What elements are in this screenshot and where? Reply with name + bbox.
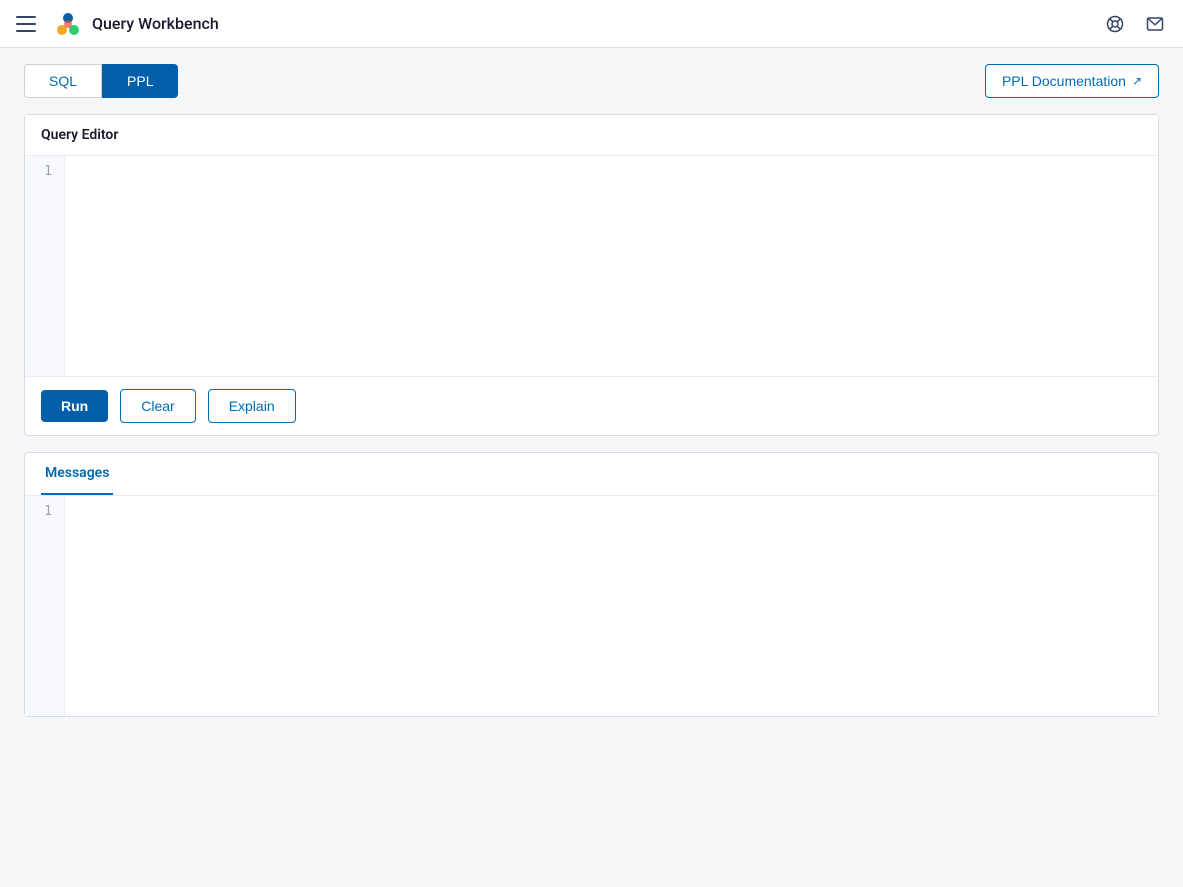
ppl-doc-label: PPL Documentation bbox=[1002, 73, 1126, 89]
editor-actions: Run Clear Explain bbox=[25, 376, 1158, 435]
messages-panel: Messages 1 bbox=[24, 452, 1159, 717]
main-content: SQL PPL PPL Documentation ↗ Query Editor… bbox=[0, 48, 1183, 887]
messages-content bbox=[65, 496, 1158, 716]
tab-messages[interactable]: Messages bbox=[41, 453, 113, 495]
query-editor-input[interactable] bbox=[65, 156, 1158, 376]
run-button[interactable]: Run bbox=[41, 390, 108, 422]
external-link-icon: ↗ bbox=[1132, 74, 1142, 88]
query-editor-panel: Query Editor 1 Run Clear Explain bbox=[24, 114, 1159, 436]
editor-body: 1 bbox=[25, 156, 1158, 376]
app-title: Query Workbench bbox=[92, 14, 1099, 33]
messages-body: 1 bbox=[25, 496, 1158, 716]
tab-bar: SQL PPL PPL Documentation ↗ bbox=[24, 64, 1159, 98]
clear-button[interactable]: Clear bbox=[120, 389, 195, 423]
explain-button[interactable]: Explain bbox=[208, 389, 296, 423]
app-logo bbox=[52, 8, 84, 40]
messages-line-numbers: 1 bbox=[25, 496, 65, 716]
query-type-tabs: SQL PPL bbox=[24, 64, 178, 98]
messages-tabs: Messages bbox=[25, 453, 1158, 496]
ppl-documentation-button[interactable]: PPL Documentation ↗ bbox=[985, 64, 1159, 98]
nav-icons bbox=[1099, 8, 1171, 40]
help-icon-btn[interactable] bbox=[1099, 8, 1131, 40]
query-editor-title: Query Editor bbox=[25, 115, 1158, 156]
hamburger-menu[interactable] bbox=[12, 8, 44, 40]
top-nav: Query Workbench bbox=[0, 0, 1183, 48]
mail-icon-btn[interactable] bbox=[1139, 8, 1171, 40]
tab-ppl[interactable]: PPL bbox=[102, 64, 178, 98]
editor-line-numbers: 1 bbox=[25, 156, 65, 376]
msg-line-number-1: 1 bbox=[37, 504, 52, 519]
tab-sql[interactable]: SQL bbox=[24, 64, 102, 98]
line-number-1: 1 bbox=[37, 164, 52, 179]
